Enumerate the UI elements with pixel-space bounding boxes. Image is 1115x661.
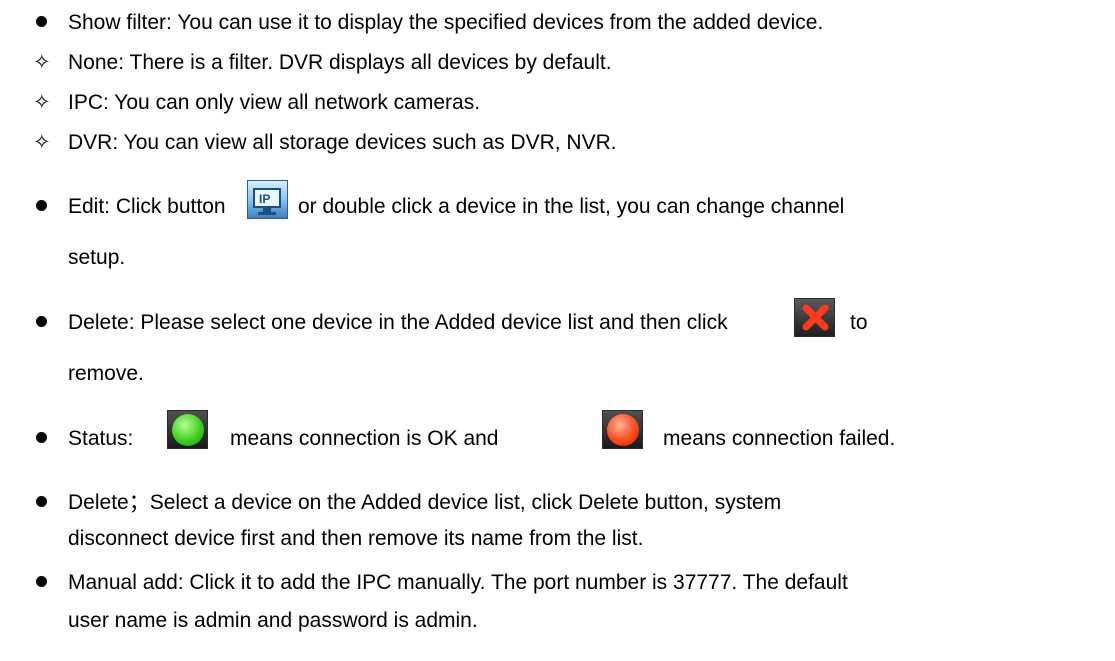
edit-text-start: Edit: Click button <box>68 195 226 218</box>
edit-text-end: or double click a device in the list, yo… <box>298 195 845 218</box>
diamond-bullet-icon: ✧ <box>33 131 51 154</box>
bullet-dot <box>36 496 47 507</box>
status-text-end: means connection failed. <box>663 427 896 450</box>
diamond-bullet-icon: ✧ <box>33 51 51 74</box>
manual-add-line-1: Manual add: Click it to add the IPC manu… <box>68 571 848 594</box>
filter-option-none: None: There is a filter. DVR displays al… <box>68 51 612 74</box>
bullet-dot <box>36 316 47 327</box>
delete-text-start: Delete: Please select one device in the … <box>68 311 728 334</box>
edit-text-continued: setup. <box>68 246 126 269</box>
bullet-dot <box>36 432 47 443</box>
green-status-light-icon <box>167 410 208 449</box>
bullet-dot <box>36 200 47 211</box>
filter-option-dvr: DVR: You can view all storage devices su… <box>68 131 617 154</box>
red-status-light-icon <box>602 410 643 449</box>
red-x-delete-icon <box>794 298 835 337</box>
bullet-dot <box>36 16 47 27</box>
filter-option-ipc: IPC: You can only view all network camer… <box>68 91 481 114</box>
status-text-start: Status: <box>68 427 134 450</box>
delete-text-end: to <box>850 311 868 334</box>
ip-edit-icon: IP <box>247 180 288 219</box>
delete-description-line-1: Delete；Select a device on the Added devi… <box>68 491 782 514</box>
manual-add-line-2: user name is admin and password is admin… <box>68 609 478 632</box>
bullet-dot <box>36 576 47 587</box>
diamond-bullet-icon: ✧ <box>33 91 51 114</box>
show-filter-text: Show filter: You can use it to display t… <box>68 11 824 34</box>
delete-text-continued: remove. <box>68 362 144 385</box>
status-text-middle: means connection is OK and <box>230 427 499 450</box>
delete-description-line-2: disconnect device first and then remove … <box>68 527 644 550</box>
svg-text:IP: IP <box>259 192 270 206</box>
